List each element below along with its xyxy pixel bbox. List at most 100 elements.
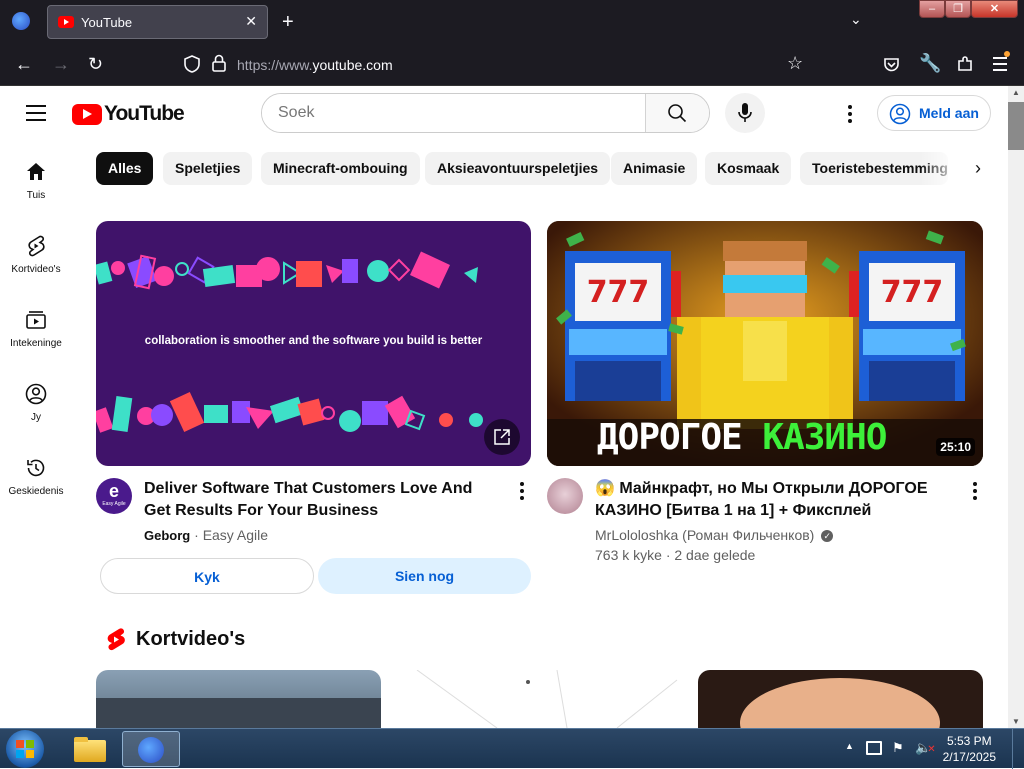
search-box bbox=[261, 93, 710, 133]
video-channel-row: MrLololoshka (Роман Фильченков) ✓ bbox=[595, 527, 834, 543]
thumb-word-expensive: ДОРОГОЕ bbox=[597, 417, 743, 458]
chip-cooking[interactable]: Kosmaak bbox=[705, 152, 792, 185]
external-link-icon[interactable] bbox=[484, 419, 520, 455]
history-icon bbox=[27, 459, 45, 477]
video-title-casino[interactable]: 😱 Майнкрафт, но Мы Открыли ДОРОГОЕ КАЗИН… bbox=[595, 478, 955, 522]
thumbnail-title-text: ДОРОГОЕ КАЗИНО bbox=[597, 417, 887, 458]
shorts-icon bbox=[28, 235, 45, 257]
search-button[interactable] bbox=[645, 94, 709, 132]
address-bar[interactable]: https://www.youtube.com bbox=[237, 57, 393, 73]
slot-text-right: 777 bbox=[880, 275, 944, 310]
guide-menu-icon[interactable] bbox=[26, 105, 46, 121]
video-title-ad[interactable]: Deliver Software That Customers Love And… bbox=[144, 478, 494, 522]
channel-avatar-easy-agile[interactable]: e Easy Agile bbox=[96, 478, 132, 514]
reload-icon[interactable]: ↻ bbox=[88, 55, 103, 73]
youtube-favicon-icon bbox=[58, 16, 74, 28]
tab-title: YouTube bbox=[81, 15, 133, 30]
voice-search-button[interactable] bbox=[725, 93, 765, 133]
video-duration-badge: 25:10 bbox=[936, 438, 975, 456]
guide-label-history: Geskiedenis bbox=[8, 486, 64, 497]
windows-taskbar: ▲ ⚑ 🔈✕ 5:53 PM 2/17/2025 bbox=[0, 728, 1024, 769]
chip-animation[interactable]: Animasie bbox=[611, 152, 698, 185]
settings-more-icon[interactable] bbox=[838, 101, 862, 125]
video-title-line1: 😱 Майнкрафт, но Мы Открыли ДОРОГОЕ bbox=[595, 480, 928, 497]
scrollbar-thumb[interactable] bbox=[1008, 102, 1024, 150]
firefox-taskbar-icon bbox=[138, 737, 164, 763]
guide-item-home[interactable]: Tuis bbox=[0, 160, 72, 201]
action-center-flag-icon[interactable]: ⚑ bbox=[892, 740, 904, 756]
bookmark-star-icon[interactable]: ☆ bbox=[787, 54, 803, 72]
new-tab-button[interactable]: + bbox=[282, 12, 294, 32]
clock-date: 2/17/2025 bbox=[942, 750, 996, 764]
guide-item-you[interactable]: Jy bbox=[0, 382, 72, 423]
close-window-button[interactable]: ✕ bbox=[971, 0, 1018, 18]
guide-label-you: Jy bbox=[31, 412, 41, 423]
tracking-protection-shield-icon[interactable] bbox=[184, 55, 200, 78]
thumbnail-caption: collaboration is smoother and the softwa… bbox=[144, 335, 483, 347]
see-more-button[interactable]: Sien nog bbox=[318, 558, 531, 594]
scroll-up-arrow-icon[interactable]: ▲ bbox=[1012, 88, 1020, 97]
microphone-icon bbox=[738, 103, 752, 122]
tab-youtube[interactable]: YouTube ✕ bbox=[47, 5, 268, 39]
video-title-line2: КАЗИНО [Битва 1 на 1] + Фикcплей bbox=[595, 502, 872, 519]
firefox-menu-icon[interactable] bbox=[12, 12, 30, 30]
thumb-word-casino: КАЗИНО bbox=[762, 417, 887, 458]
search-icon bbox=[668, 104, 687, 123]
clock-time: 5:53 PM bbox=[946, 734, 992, 748]
video-views-age: 763 k kyke · 2 dae gelede bbox=[595, 547, 756, 563]
short-thumbnail-1[interactable] bbox=[96, 670, 381, 728]
restore-window-button[interactable]: ❐ bbox=[945, 0, 971, 18]
browser-nav-bar: ← → ↻ https://www.youtube.com ☆ 🔧 bbox=[0, 44, 1024, 86]
short-thumbnail-3[interactable] bbox=[698, 670, 983, 728]
chips-next-chevron-icon[interactable]: › bbox=[960, 152, 996, 185]
you-icon bbox=[25, 383, 47, 405]
scroll-down-arrow-icon[interactable]: ▼ bbox=[1012, 717, 1020, 726]
start-button[interactable] bbox=[6, 730, 44, 768]
shorts-logo-icon bbox=[104, 627, 128, 658]
guide-item-shorts[interactable]: Kortvideo's bbox=[0, 234, 72, 275]
search-input[interactable] bbox=[262, 94, 647, 132]
channel-avatar-lololoshka[interactable] bbox=[547, 478, 583, 514]
network-icon[interactable] bbox=[866, 741, 882, 755]
wrench-icon[interactable]: 🔧 bbox=[919, 54, 941, 72]
sign-in-label: Meld aan bbox=[919, 105, 979, 121]
account-icon bbox=[889, 103, 911, 125]
windows-logo-icon bbox=[16, 740, 34, 758]
url-domain: youtube.com bbox=[312, 57, 393, 73]
forward-arrow-icon[interactable]: → bbox=[52, 55, 70, 73]
extensions-icon[interactable] bbox=[956, 55, 974, 78]
watch-button[interactable]: Kyk bbox=[100, 558, 314, 594]
guide-item-history[interactable]: Geskiedenis bbox=[0, 456, 72, 497]
lock-icon[interactable] bbox=[212, 54, 226, 77]
page-scrollbar[interactable]: ▲ ▼ bbox=[1008, 86, 1024, 728]
video-menu-icon-casino[interactable] bbox=[973, 482, 977, 503]
pocket-icon[interactable] bbox=[883, 57, 900, 78]
app-menu-icon[interactable] bbox=[993, 51, 1010, 71]
chip-all[interactable]: Alles bbox=[96, 152, 154, 185]
video-thumbnail-ad[interactable]: collaboration is smoother and the softwa… bbox=[96, 221, 531, 466]
subscriptions-icon bbox=[26, 311, 46, 329]
chip-games[interactable]: Speletjies bbox=[163, 152, 253, 185]
taskbar-clock[interactable]: 5:53 PM 2/17/2025 bbox=[943, 733, 996, 765]
minimize-window-button[interactable]: – bbox=[919, 0, 945, 18]
file-explorer-taskbar-icon[interactable] bbox=[68, 732, 112, 766]
guide-item-subscriptions[interactable]: Intekeninge bbox=[0, 308, 72, 349]
back-arrow-icon[interactable]: ← bbox=[15, 55, 33, 73]
show-desktop-button[interactable] bbox=[1012, 729, 1024, 769]
firefox-taskbar-button[interactable] bbox=[122, 731, 180, 767]
chip-action-adventure[interactable]: Aksieavontuurspeletjies bbox=[425, 152, 611, 185]
video-channel-name[interactable]: MrLololoshka (Роман Фильченков) bbox=[595, 527, 814, 543]
show-hidden-icons-icon[interactable]: ▲ bbox=[845, 741, 854, 751]
sign-in-button[interactable]: Meld aan bbox=[877, 95, 991, 131]
chip-minecraft-mod[interactable]: Minecraft-ombouing bbox=[261, 152, 420, 185]
close-tab-icon[interactable]: ✕ bbox=[245, 13, 257, 30]
volume-muted-icon[interactable]: 🔈✕ bbox=[915, 740, 936, 756]
short-thumbnail-2[interactable] bbox=[397, 670, 682, 728]
ad-channel-name[interactable]: Easy Agile bbox=[203, 527, 268, 543]
video-menu-icon-ad[interactable] bbox=[520, 482, 524, 503]
video-thumbnail-casino[interactable]: 777 777 ДОРОГОЕ КАЗИНО 25:10 bbox=[547, 221, 983, 466]
list-all-tabs-icon[interactable]: ⌄ bbox=[850, 12, 862, 26]
avatar-text: Easy Agile bbox=[102, 501, 126, 507]
chips-fade bbox=[920, 150, 960, 187]
guide-label-subscriptions: Intekeninge bbox=[10, 338, 62, 349]
